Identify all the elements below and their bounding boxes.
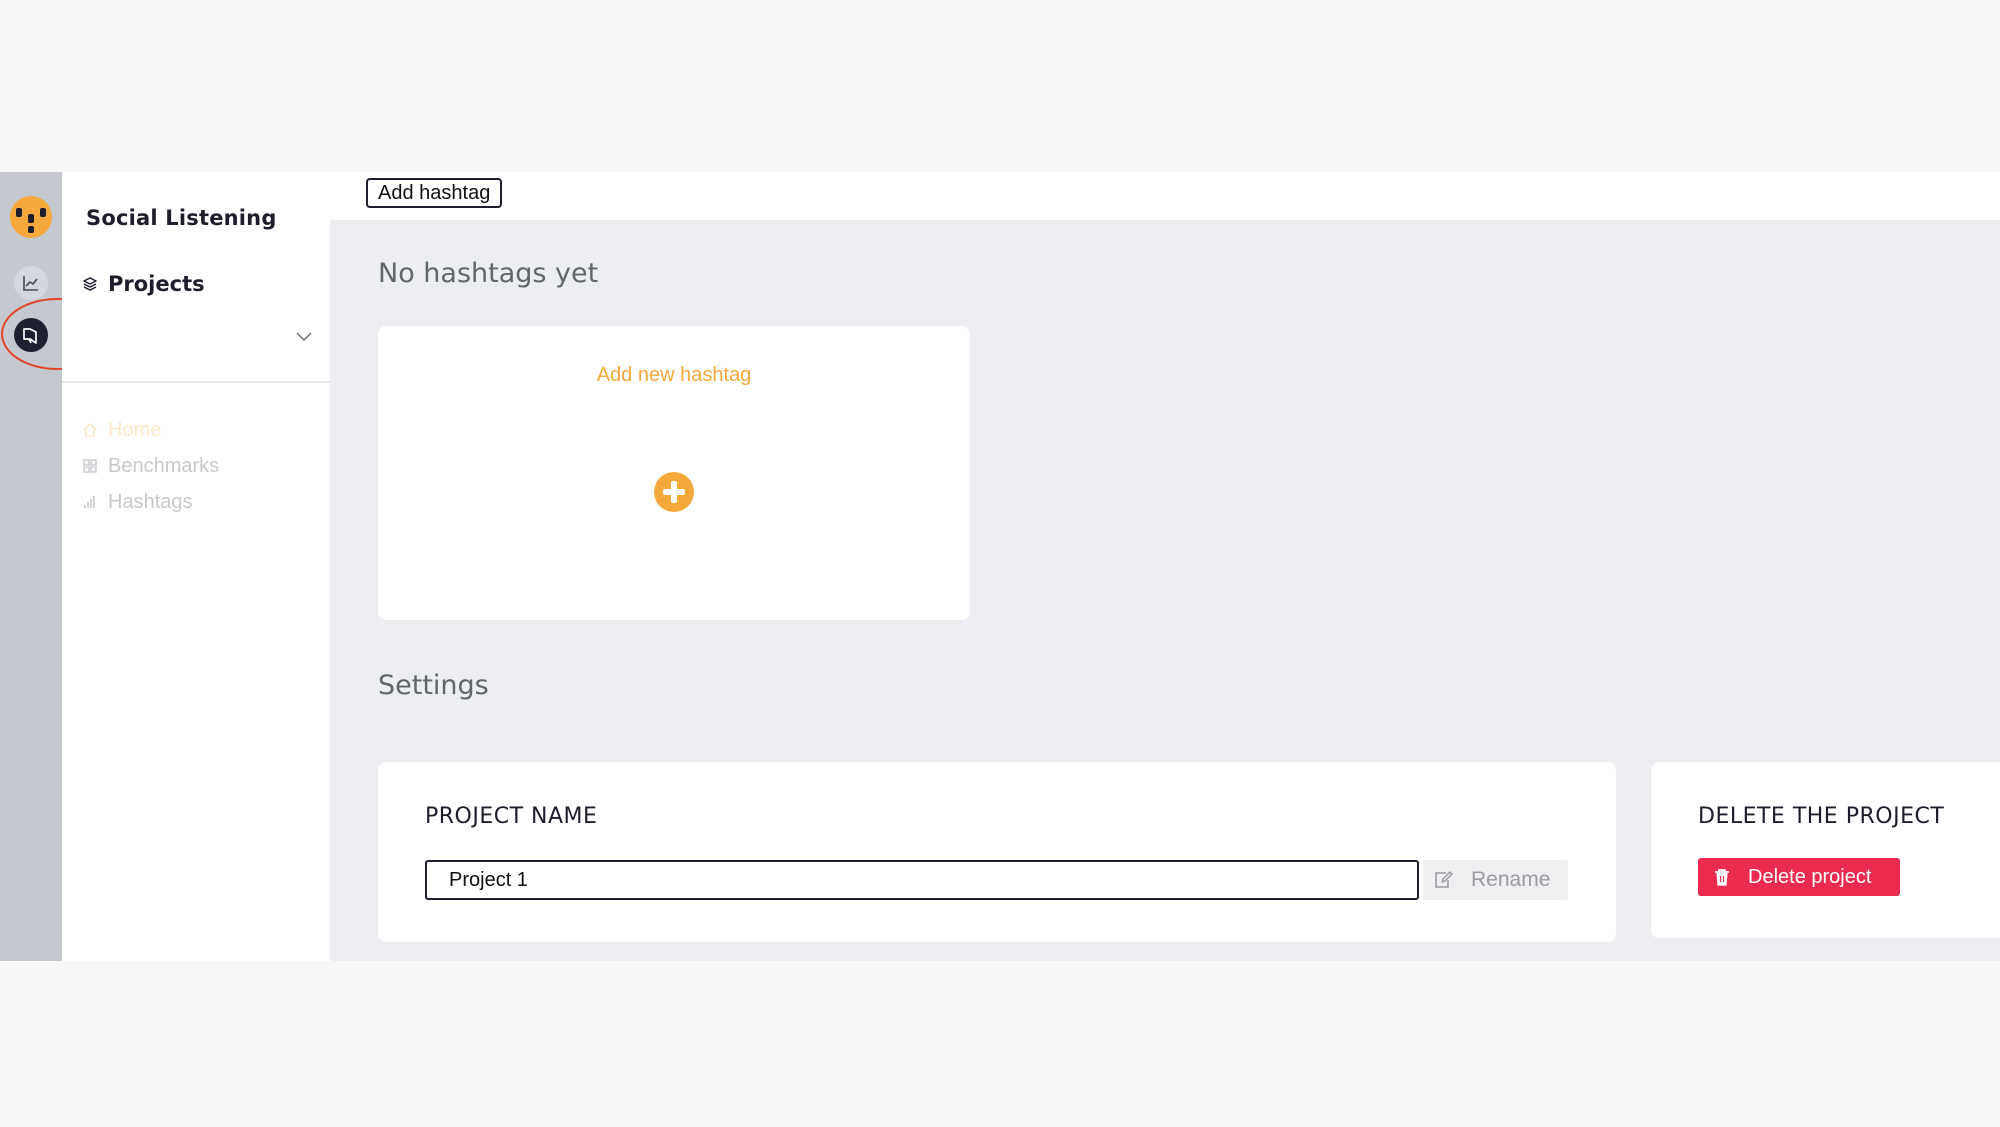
empty-state-heading: No hashtags yet xyxy=(378,258,599,289)
bar-chart-icon xyxy=(84,496,95,508)
analytics-button[interactable] xyxy=(14,266,48,300)
sidebar-item-hashtags[interactable]: Hashtags xyxy=(82,484,219,520)
sidebar-item-home[interactable]: Home xyxy=(82,412,219,448)
grid-icon xyxy=(83,459,97,473)
add-new-hashtag-label: Add new hashtag xyxy=(596,364,752,386)
rename-button[interactable]: Rename xyxy=(1423,860,1568,900)
sidebar: Social Listening Projects Home Benchmark… xyxy=(62,172,330,961)
megaphone-icon xyxy=(23,328,37,344)
project-select[interactable] xyxy=(82,324,312,358)
settings-heading: Settings xyxy=(378,670,489,701)
projects-menu[interactable]: Projects xyxy=(82,272,205,296)
project-name-input[interactable] xyxy=(425,860,1419,900)
project-name-card: PROJECT NAME Rename xyxy=(378,762,1616,942)
social-listening-button[interactable] xyxy=(14,318,48,352)
trash-icon xyxy=(1715,869,1729,886)
app-logo[interactable] xyxy=(10,196,52,238)
sidebar-divider xyxy=(62,381,330,383)
delete-project-button[interactable]: Delete project xyxy=(1698,858,1900,896)
plus-circle-icon[interactable] xyxy=(654,472,694,512)
line-chart-icon xyxy=(23,276,38,291)
layers-icon xyxy=(83,277,97,291)
add-hashtag-button[interactable]: Add hashtag xyxy=(366,178,503,208)
add-new-hashtag-card[interactable]: Add new hashtag xyxy=(378,326,970,620)
sidebar-nav: Home Benchmarks Hashtags xyxy=(82,412,219,520)
sidebar-item-benchmarks[interactable]: Benchmarks xyxy=(82,448,219,484)
sidebar-item-label: Home xyxy=(108,418,162,441)
home-icon xyxy=(83,422,97,437)
sidebar-item-label: Hashtags xyxy=(108,490,193,513)
top-bar: Add hashtag xyxy=(330,172,2000,220)
edit-icon xyxy=(1435,871,1453,888)
delete-project-card: DELETE THE PROJECT Delete project xyxy=(1651,762,2000,938)
icon-rail xyxy=(0,172,62,961)
chevron-down-icon xyxy=(296,332,312,342)
rename-label: Rename xyxy=(1471,868,1551,891)
project-name-title: PROJECT NAME xyxy=(425,804,598,829)
delete-project-title: DELETE THE PROJECT xyxy=(1698,804,1945,829)
app-window: Social Listening Projects Home Benchmark… xyxy=(0,172,2000,961)
sidebar-item-label: Benchmarks xyxy=(108,454,220,477)
delete-project-label: Delete project xyxy=(1748,865,1872,888)
projects-label: Projects xyxy=(108,272,205,296)
sidebar-title: Social Listening xyxy=(86,206,277,230)
